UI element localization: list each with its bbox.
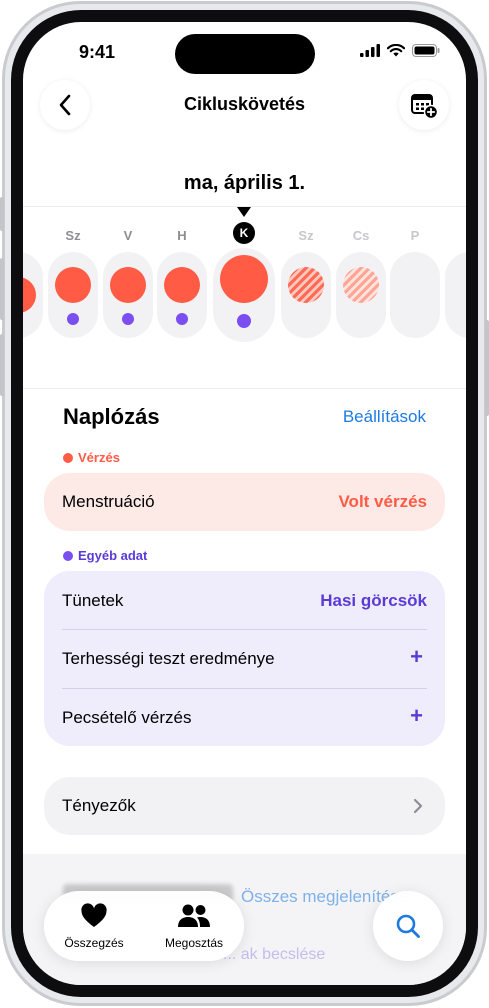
day-strip[interactable]: P Sz V H K Sz Cs P [23, 218, 466, 348]
day-pill[interactable] [390, 252, 440, 338]
day-pill[interactable] [48, 252, 98, 338]
spotting-row[interactable]: Pecsételő vérzés + [44, 689, 445, 746]
day-pill[interactable] [281, 252, 331, 338]
volume-up-button [0, 258, 4, 320]
logging-title: Naplózás [63, 404, 160, 429]
day-pill[interactable] [103, 252, 153, 338]
status-icons [360, 44, 440, 57]
symptoms-row[interactable]: Tünetek Hasi görcsök [44, 571, 445, 629]
action-button [0, 197, 4, 231]
calendar-add-button[interactable] [399, 80, 449, 130]
factors-row[interactable]: Tényezők [44, 777, 445, 835]
status-time: 9:41 [79, 42, 116, 62]
settings-link[interactable]: Beállítások [343, 407, 426, 427]
day-letter: P [410, 228, 420, 243]
predicted-flow-dot [343, 267, 379, 303]
other-data-section-label: Egyéb adat [63, 548, 147, 563]
day-letter: S [450, 228, 467, 243]
day-letter: Sz [65, 228, 81, 243]
heart-icon [81, 903, 107, 927]
pregnancy-test-label: Terhességi teszt eredménye [62, 649, 275, 668]
calendar-add-icon [411, 94, 439, 120]
selected-date: ma, április 1. [183, 172, 306, 194]
day-pill[interactable] [157, 252, 207, 338]
screen: 9:41 Cikluskövetés ma, április 1. Sz V H… [23, 22, 466, 985]
day-letter: Sz [298, 228, 314, 243]
day-pill[interactable] [23, 252, 43, 338]
symptom-dot [67, 313, 79, 325]
predicted-flow-dot [288, 267, 324, 303]
search-button[interactable] [373, 891, 443, 961]
tab-summary[interactable]: Összegzés [44, 891, 144, 961]
tab-summary-label: Összegzés [64, 936, 124, 950]
bleeding-label-text: Vérzés [78, 450, 120, 465]
symptom-dot [237, 314, 251, 328]
menstruation-label: Menstruáció [62, 492, 155, 511]
plus-icon[interactable]: + [410, 644, 423, 670]
flow-dot [23, 277, 36, 313]
flow-dot [164, 267, 200, 303]
menstruation-value: Volt vérzés [338, 492, 427, 511]
bleeding-dot-icon [63, 452, 73, 463]
people-icon [178, 904, 210, 927]
menstruation-row[interactable]: Menstruáció Volt vérzés [44, 473, 445, 531]
chevron-right-icon [413, 798, 423, 814]
day-letter: Cs [352, 228, 370, 243]
symptoms-label: Tünetek [62, 591, 124, 610]
tab-sharing[interactable]: Megosztás [144, 891, 244, 961]
today-badge: K [233, 222, 255, 244]
side-button [485, 320, 489, 416]
plus-icon[interactable]: + [410, 703, 423, 729]
day-pill[interactable] [336, 252, 386, 338]
flow-dot [220, 255, 268, 303]
symptom-dot [176, 313, 188, 325]
divider [23, 388, 466, 389]
spotting-label: Pecsételő vérzés [62, 708, 192, 727]
today-pointer-icon [237, 207, 251, 217]
tab-sharing-label: Megosztás [164, 936, 224, 950]
other-data-label-text: Egyéb adat [78, 548, 148, 563]
flow-dot [110, 267, 146, 303]
pregnancy-test-row[interactable]: Terhességi teszt eredménye + [44, 630, 445, 688]
factors-label: Tényezők [62, 796, 136, 815]
other-data-dot-icon [63, 550, 73, 561]
other-data-card: Tünetek Hasi görcsök Terhességi teszt er… [44, 571, 445, 746]
dynamic-island [175, 34, 315, 74]
day-letter: P [23, 228, 33, 243]
wifi-icon [387, 44, 405, 57]
search-icon [396, 914, 420, 938]
day-letter: V [123, 228, 133, 243]
volume-down-button [0, 334, 4, 396]
signal-icon [360, 44, 380, 57]
symptoms-value: Hasi görcsök [320, 591, 427, 610]
battery-icon [412, 44, 440, 57]
symptom-dot [122, 313, 134, 325]
day-pill[interactable] [445, 252, 466, 338]
day-letter: H [177, 228, 187, 243]
tab-bar: Összegzés Megosztás [44, 891, 244, 961]
flow-dot [55, 267, 91, 303]
bleeding-section-label: Vérzés [63, 450, 120, 465]
day-pill-today[interactable] [213, 248, 275, 342]
